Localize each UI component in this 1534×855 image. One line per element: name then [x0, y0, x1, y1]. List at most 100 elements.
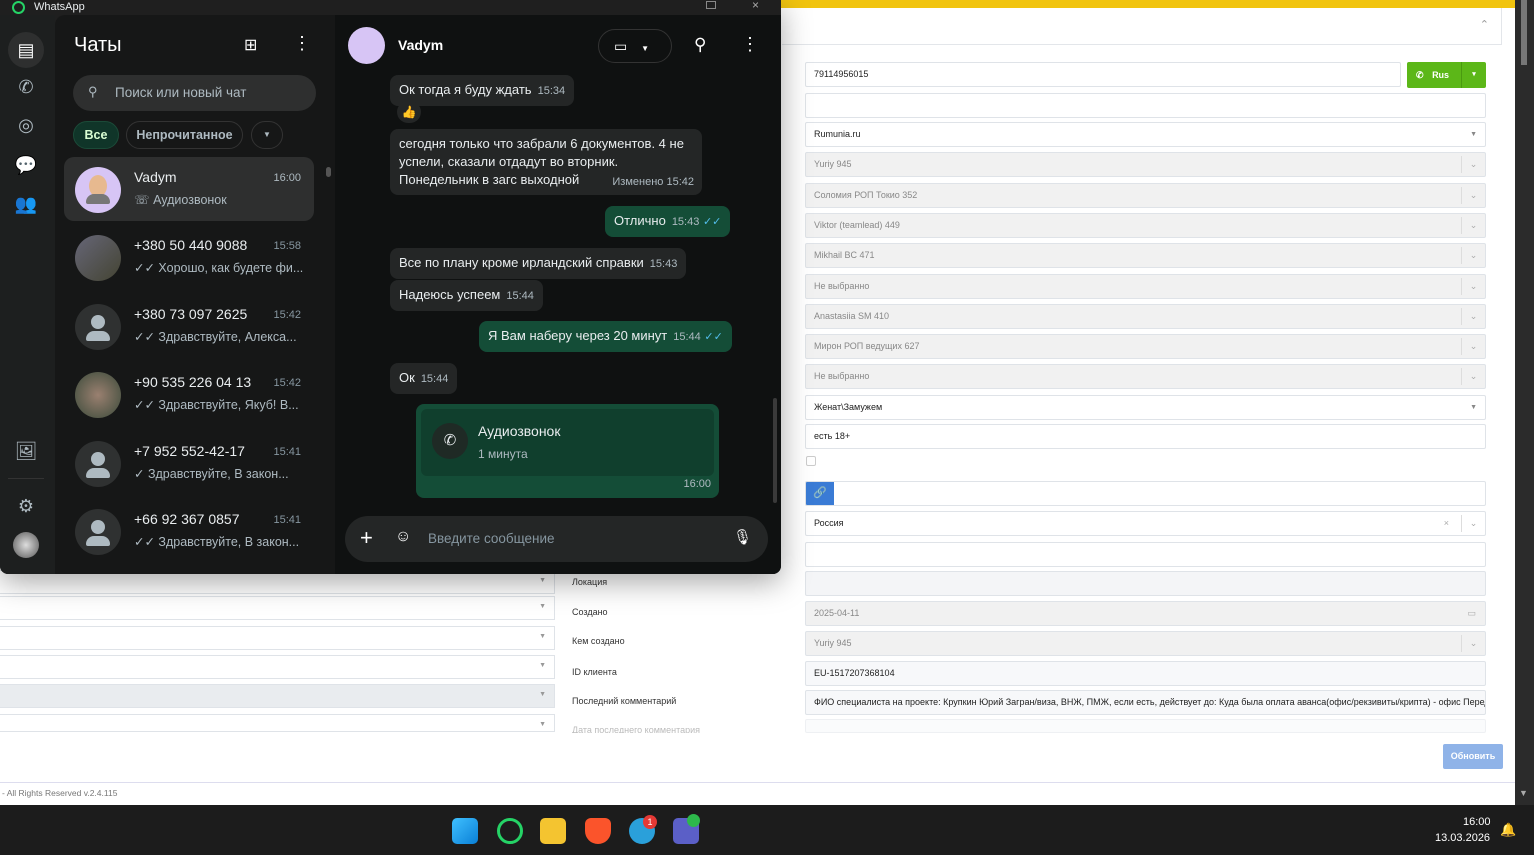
- phone-icon: ✆: [1416, 70, 1424, 80]
- avatar: [75, 235, 121, 281]
- brave-icon[interactable]: [585, 818, 611, 844]
- chat-item[interactable]: +66 92 367 0857 15:41 ✓✓ Здравствуйте, В з…: [64, 499, 314, 563]
- update-button[interactable]: Обновить: [1443, 744, 1503, 769]
- chat-item[interactable]: +7 952 552-42-17 15:41 ✓ Здравствуйте, В з…: [64, 431, 314, 495]
- checkbox[interactable]: [806, 456, 816, 466]
- clock-date[interactable]: 13.03.2026: [1435, 832, 1490, 844]
- list-scrollbar[interactable]: [326, 167, 331, 177]
- footer-divider: [0, 782, 1515, 783]
- contact-avatar[interactable]: [348, 27, 385, 64]
- page-scrollbar[interactable]: ▼: [1515, 0, 1534, 805]
- status-icon[interactable]: ◎: [12, 111, 40, 139]
- sticker-icon[interactable]: ☺: [395, 528, 411, 546]
- microphone-icon[interactable]: 🎙: [733, 528, 752, 546]
- created-date-input[interactable]: 2025-04-11 ▭: [805, 601, 1486, 626]
- chats-icon[interactable]: ▤: [8, 32, 44, 68]
- client-id-input[interactable]: EU-1517207368104: [805, 661, 1486, 686]
- file-explorer-icon[interactable]: [540, 818, 566, 844]
- taskbar: 1 16:00 13.03.2026 🔔: [0, 805, 1534, 855]
- menu-icon[interactable]: ⋮: [293, 33, 311, 54]
- chat-item[interactable]: +90 535 226 04 13 15:42 ✓✓ Здравствуйте, Я…: [64, 362, 314, 426]
- left-select-4[interactable]: ▼: [0, 655, 555, 679]
- filter-unread[interactable]: Непрочитанное: [126, 121, 243, 149]
- site-select[interactable]: Rumunia.ru ▼: [805, 122, 1486, 147]
- clock-time[interactable]: 16:00: [1463, 816, 1491, 828]
- marital-select[interactable]: Женат\Замужем ▼: [805, 395, 1486, 420]
- call-button[interactable]: ✆ Rus ▾: [1407, 62, 1486, 88]
- reaction[interactable]: 👍: [397, 101, 421, 123]
- filter-all[interactable]: Все: [73, 121, 119, 149]
- calendar-icon[interactable]: ▭: [1467, 602, 1476, 625]
- label-last-comment-date: Дата последнего комментария: [572, 725, 701, 733]
- left-select-3[interactable]: ▼: [0, 626, 555, 650]
- empty-input-2[interactable]: [805, 542, 1486, 567]
- filter-more-button[interactable]: ▼: [251, 121, 283, 149]
- calls-icon[interactable]: ✆: [12, 73, 40, 101]
- sm-select[interactable]: Anastasiia SM 410 ⌄: [805, 304, 1486, 329]
- rop-select[interactable]: Соломия РОП Токио 352 ⌄: [805, 183, 1486, 208]
- collapse-icon[interactable]: ⌃: [1480, 18, 1489, 31]
- clear-icon[interactable]: ×: [1444, 512, 1449, 535]
- whatsapp-window: ▤ ✆ ◎ 💬 👥 🖼 ⚙ Чаты ⊞ ⋮ ⚲ Поиск или новый…: [0, 0, 781, 574]
- teams-status-badge: [687, 814, 700, 827]
- call-message[interactable]: ✆ Аудиозвонок 1 минута 16:00: [416, 404, 719, 498]
- chat-menu-icon[interactable]: ⋮: [741, 34, 759, 55]
- rop-lead-select[interactable]: Мирон РОП ведущих 627 ⌄: [805, 334, 1486, 359]
- chevron-down-icon[interactable]: ▾: [1461, 62, 1486, 88]
- message-in: Надеюсь успеем 15:44: [390, 280, 543, 311]
- bc-select[interactable]: Mikhail BC 471 ⌄: [805, 243, 1486, 268]
- select-8[interactable]: Не выбранно ⌄: [805, 364, 1486, 389]
- message-in: сегодня только что забрали 6 документов.…: [390, 129, 702, 195]
- avatar: [75, 167, 121, 213]
- new-chat-icon[interactable]: ⊞: [244, 35, 257, 55]
- start-icon[interactable]: [452, 818, 478, 844]
- communities-icon[interactable]: 👥: [12, 190, 40, 218]
- teamlead-select[interactable]: Viktor (teamlead) 449 ⌄: [805, 213, 1486, 238]
- last-comment-date-input[interactable]: [805, 719, 1486, 733]
- default-avatar-icon: [75, 304, 121, 350]
- chat-item[interactable]: +380 50 440 9088 15:58 ✓✓ Хорошо, как буде…: [64, 225, 314, 289]
- video-call-button[interactable]: ▭ ▼: [598, 29, 672, 63]
- whatsapp-logo-icon: [12, 1, 25, 14]
- telegram-badge: 1: [643, 815, 657, 829]
- left-select-6[interactable]: ▼: [0, 714, 555, 732]
- nav-rail: ▤ ✆ ◎ 💬 👥 🖼 ⚙: [0, 8, 55, 574]
- children-input[interactable]: есть 18+: [805, 424, 1486, 449]
- chat-scrollbar[interactable]: [773, 398, 777, 503]
- location-input[interactable]: [805, 571, 1486, 596]
- empty-input[interactable]: [805, 93, 1486, 118]
- chat-list-panel: Чаты ⊞ ⋮ ⚲ Поиск или новый чат Все Непро…: [55, 15, 335, 574]
- left-select-2[interactable]: ▼: [0, 596, 555, 620]
- select-5[interactable]: Не выбранно ⌄: [805, 274, 1486, 299]
- label-location: Локация: [572, 577, 608, 587]
- message-composer[interactable]: + ☺ Введите сообщение 🎙: [345, 516, 768, 562]
- channels-icon[interactable]: 💬: [12, 151, 40, 179]
- profile-avatar[interactable]: [13, 532, 39, 558]
- settings-icon[interactable]: ⚙: [12, 492, 40, 520]
- link-input[interactable]: 🔗: [805, 481, 1486, 506]
- search-chat-icon[interactable]: ⚲: [694, 35, 706, 55]
- footer-text: - All Rights Reserved v.2.4.115: [2, 788, 118, 798]
- media-icon[interactable]: 🖼: [12, 437, 40, 465]
- link-icon[interactable]: 🔗: [806, 482, 834, 505]
- chat-item[interactable]: Vadym 16:00 ☏ Аудиозвонок: [64, 157, 314, 221]
- contact-name[interactable]: Vadym: [398, 37, 443, 53]
- search-icon: ⚲: [88, 84, 98, 99]
- phone-input[interactable]: 79114956015: [805, 62, 1401, 87]
- close-button[interactable]: ×: [752, 0, 759, 12]
- search-input[interactable]: ⚲ Поиск или новый чат: [73, 75, 316, 111]
- list-title: Чаты: [74, 34, 122, 56]
- maximize-button[interactable]: [706, 1, 716, 9]
- notification-bell-icon[interactable]: 🔔: [1500, 822, 1516, 838]
- manager-select[interactable]: Yuriy 945 ⌄: [805, 152, 1486, 177]
- last-comment-input[interactable]: ФИО специалиста на проекте: Крупкин Юрий…: [805, 690, 1486, 715]
- country-select[interactable]: Россия × ⌄: [805, 511, 1486, 536]
- chat-item[interactable]: +380 73 097 2625 15:42 ✓✓ Здравствуйте, Ал…: [64, 294, 314, 358]
- created-by-select[interactable]: Yuriy 945 ⌄: [805, 631, 1486, 656]
- label-client-id: ID клиента: [572, 667, 617, 677]
- message-out: Я Вам наберу через 20 минут 15:44 ✓✓: [479, 321, 732, 352]
- attach-icon[interactable]: +: [360, 525, 373, 551]
- left-select-5[interactable]: ▼: [0, 684, 555, 708]
- message-in: Все по плану кроме ирландский справки 15:…: [390, 248, 687, 279]
- whatsapp-taskbar-icon[interactable]: [497, 818, 523, 844]
